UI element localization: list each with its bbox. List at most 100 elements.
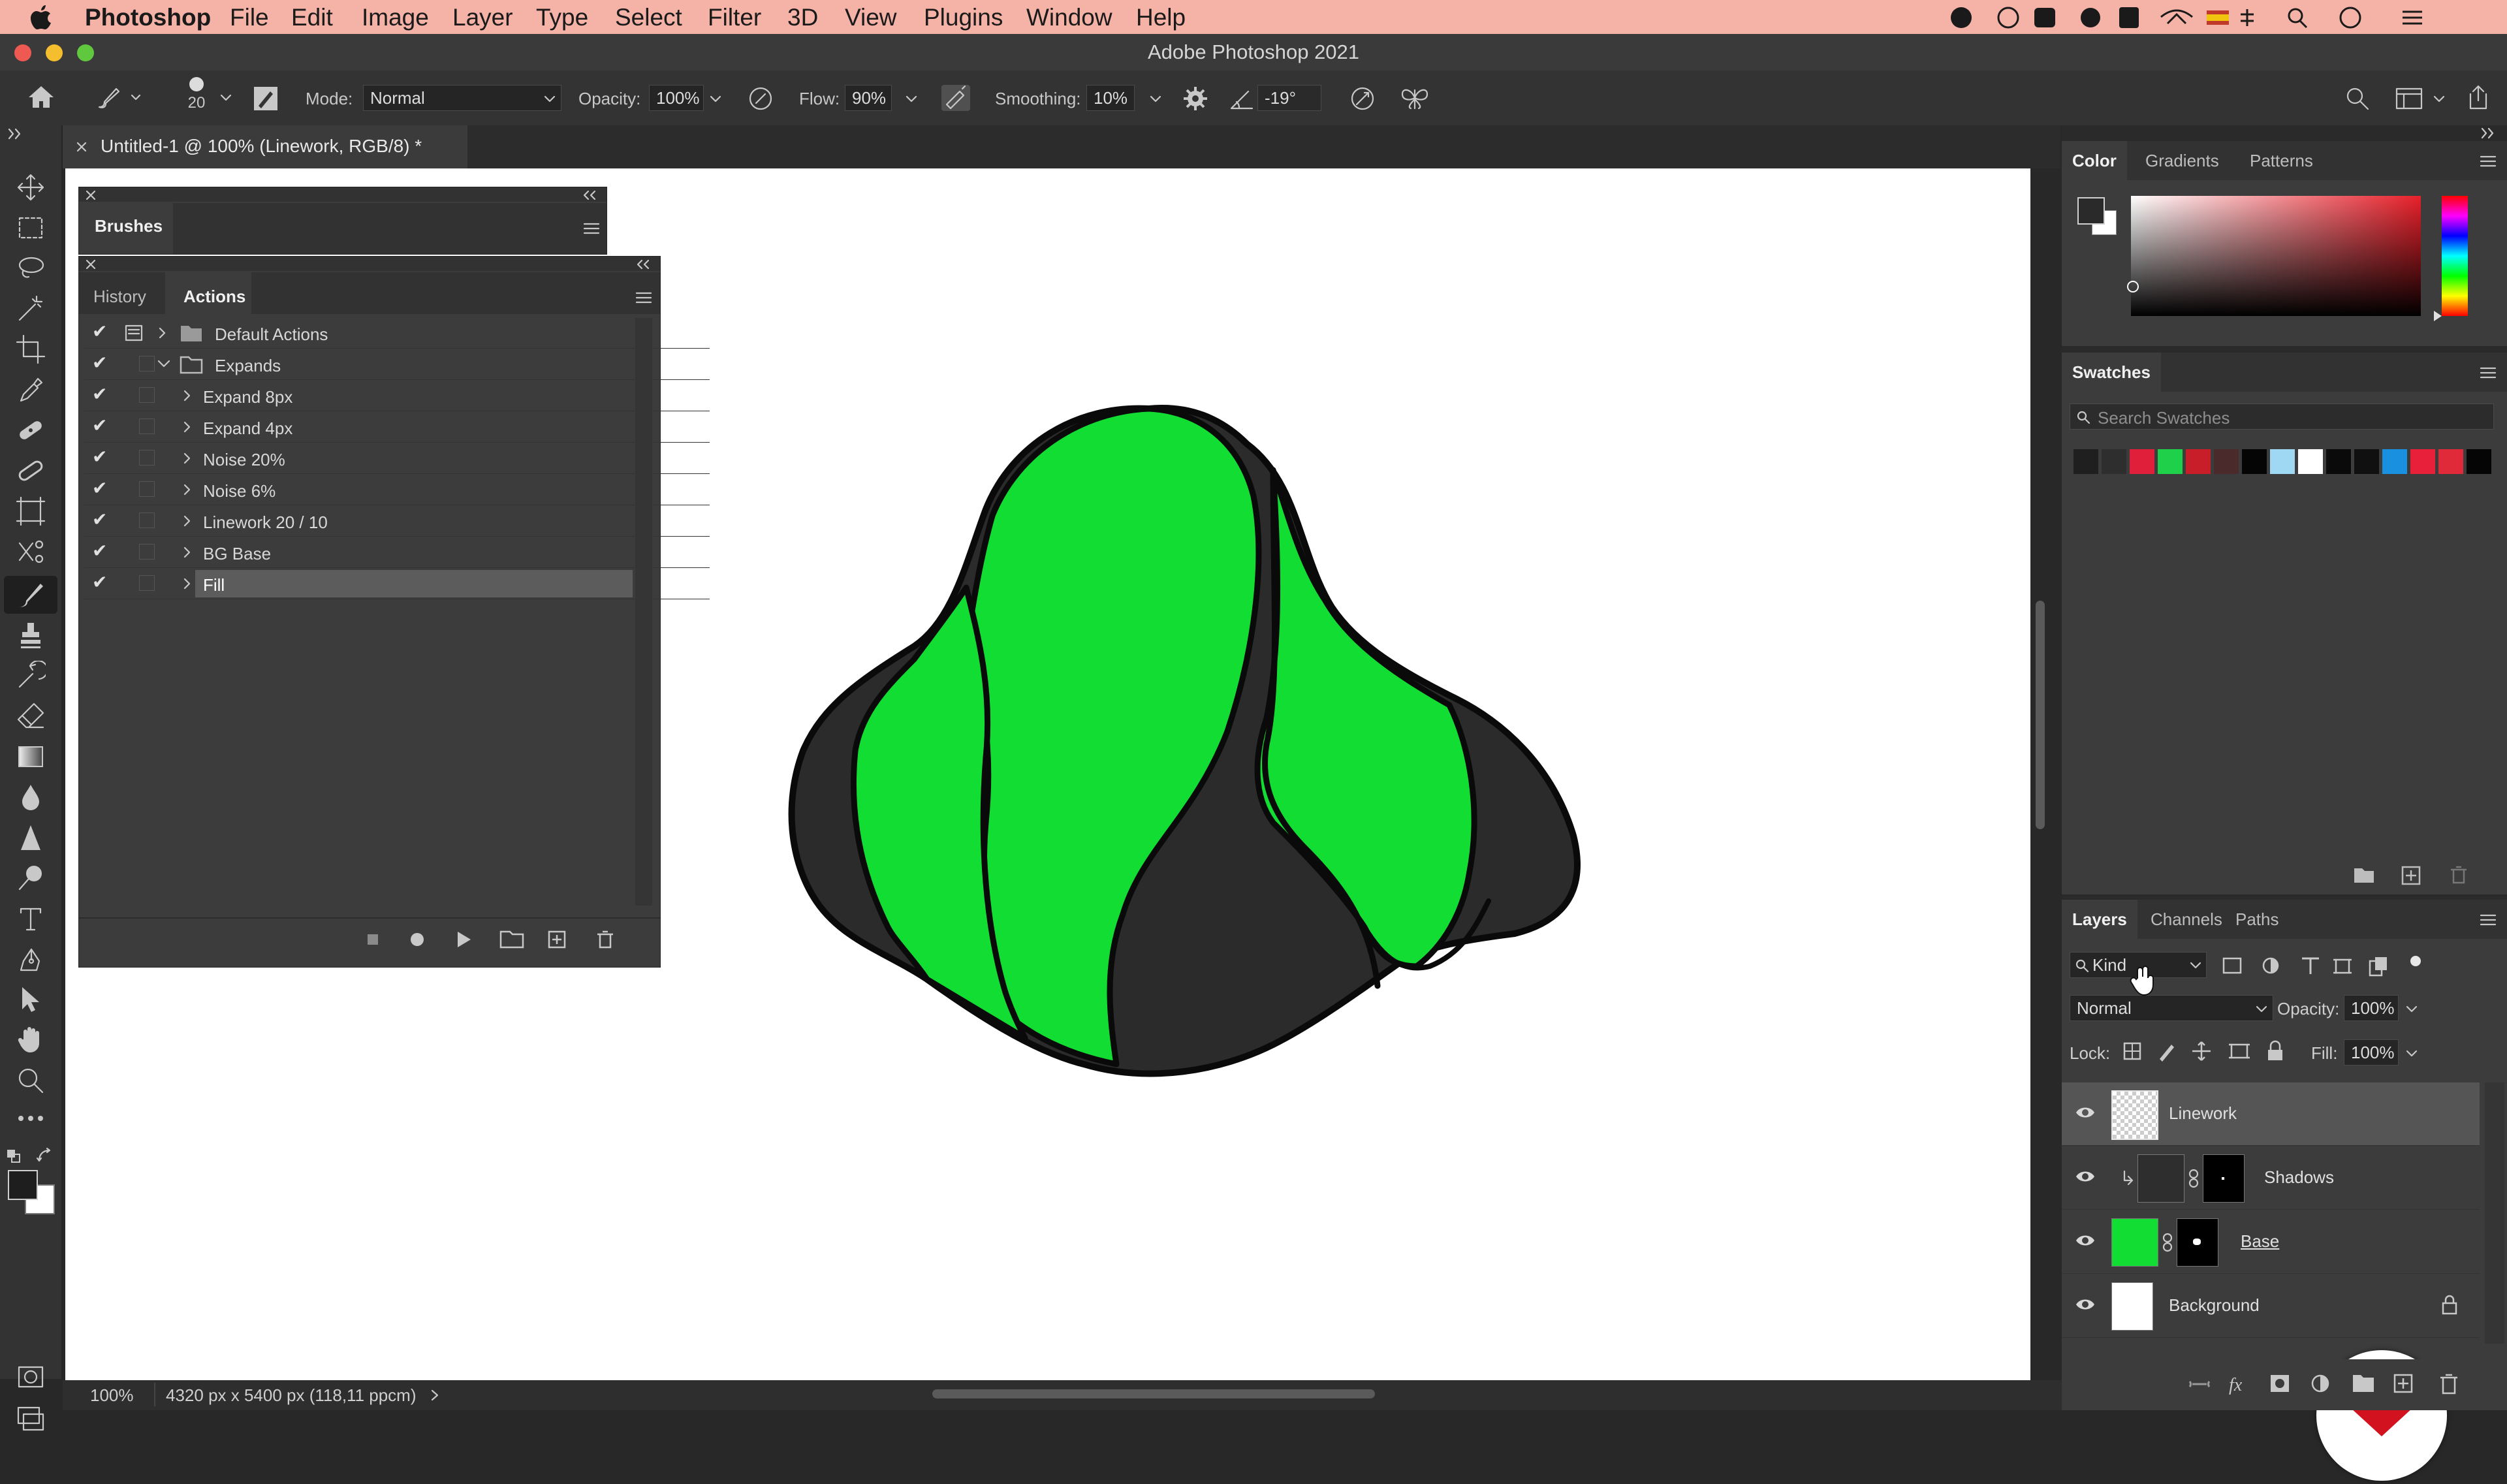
opacity-field[interactable]: 100% xyxy=(649,85,704,111)
swatch[interactable] xyxy=(2410,449,2435,474)
action-noise-6[interactable]: ✔ Noise 6% xyxy=(84,475,710,505)
smoothing-chevron-icon[interactable] xyxy=(1149,93,1162,106)
menu-help[interactable]: Help xyxy=(1136,4,1186,31)
eyedropper-tool-icon[interactable] xyxy=(16,375,46,405)
menu-image[interactable]: Image xyxy=(362,4,429,31)
blur-tool-icon[interactable] xyxy=(16,782,46,812)
default-colors-icon[interactable] xyxy=(7,1149,21,1163)
action-toggle-check[interactable]: ✔ xyxy=(92,477,107,499)
layer-name[interactable]: Linework xyxy=(2169,1103,2237,1124)
brush-preset-icon[interactable] xyxy=(95,85,141,111)
play-button[interactable] xyxy=(449,921,481,954)
crop-tool-icon[interactable] xyxy=(16,334,46,364)
collapse-brushes-panel-icon[interactable] xyxy=(582,190,597,200)
dialog-toggle-empty[interactable] xyxy=(139,418,155,434)
layer-name[interactable]: Base xyxy=(2241,1231,2279,1252)
layer-mask-thumbnail[interactable] xyxy=(2177,1218,2218,1267)
menu-type[interactable]: Type xyxy=(536,4,588,31)
dodge-tool-icon[interactable] xyxy=(16,863,46,893)
action-toggle-check[interactable]: ✔ xyxy=(92,540,107,561)
action-toggle-check[interactable]: ✔ xyxy=(92,571,107,593)
menu-edit[interactable]: Edit xyxy=(291,4,333,31)
expand-chevron-icon[interactable] xyxy=(182,546,193,558)
delete-layer-button[interactable] xyxy=(2436,1368,2463,1400)
delete-swatch-button[interactable] xyxy=(2448,862,2474,888)
brush-settings-panel-icon[interactable] xyxy=(252,85,279,112)
eye-icon[interactable] xyxy=(2075,1297,2096,1312)
clone-stamp-tool-icon[interactable] xyxy=(16,620,46,650)
brushes-panel-menu-icon[interactable] xyxy=(583,221,600,236)
saturation-brightness-field[interactable] xyxy=(2131,196,2421,316)
swatch[interactable] xyxy=(2270,449,2295,474)
gradient-tool-icon[interactable] xyxy=(16,742,46,772)
menu-file[interactable]: File xyxy=(230,4,269,31)
expand-chevron-icon[interactable] xyxy=(182,484,193,496)
document-tab[interactable]: Untitled-1 @ 100% (Linework, RGB/8) * xyxy=(63,125,467,168)
layer-opacity-chevron-icon[interactable] xyxy=(2405,1003,2418,1016)
expand-chevron-icon[interactable] xyxy=(182,578,193,590)
collapse-dock-icon[interactable] xyxy=(2480,127,2498,140)
home-icon[interactable] xyxy=(27,84,55,111)
close-actions-panel-icon[interactable] xyxy=(86,259,96,270)
tab-color[interactable]: Color xyxy=(2062,141,2127,180)
action-set-expands[interactable]: ✔ Expands xyxy=(84,349,710,380)
layer-fill-chevron-icon[interactable] xyxy=(2405,1047,2418,1060)
collapse-toolbar-icon[interactable] xyxy=(7,127,26,141)
action-fill[interactable]: ✔ Fill xyxy=(84,569,710,599)
eye-icon[interactable] xyxy=(2075,1233,2096,1248)
layer-fill-field[interactable]: 100% xyxy=(2344,1039,2399,1066)
dialog-toggle-empty[interactable] xyxy=(139,513,155,528)
lock-icon[interactable] xyxy=(2440,1294,2459,1316)
new-swatch-group-button[interactable] xyxy=(2354,862,2380,888)
brush-size-picker[interactable]: 20 xyxy=(180,77,213,112)
pressure-size-icon[interactable] xyxy=(1349,85,1376,112)
action-set-default[interactable]: ✔ Default Actions xyxy=(84,318,710,349)
action-noise-20[interactable]: ✔ Noise 20% xyxy=(84,443,710,474)
link-icon[interactable] xyxy=(2187,1169,2200,1188)
collapse-actions-panel-icon[interactable] xyxy=(635,259,651,270)
frame-tool-icon[interactable] xyxy=(16,496,46,526)
healing-brush-tool-icon[interactable] xyxy=(16,456,46,486)
action-bg-base[interactable]: ✔ BG Base xyxy=(84,537,710,568)
eraser-tool-icon[interactable] xyxy=(16,701,46,731)
new-group-button[interactable] xyxy=(2349,1368,2378,1400)
record-button[interactable] xyxy=(402,921,434,954)
dialog-toggle-empty[interactable] xyxy=(139,575,155,591)
move-tool-icon[interactable] xyxy=(16,172,46,202)
pattern-stamp-tool-icon[interactable] xyxy=(16,537,46,567)
more-tools-icon[interactable] xyxy=(16,1109,46,1128)
close-document-icon[interactable] xyxy=(76,141,87,153)
dialog-toggle-empty[interactable] xyxy=(139,450,155,466)
swatch[interactable] xyxy=(2438,449,2463,474)
lasso-tool-icon[interactable] xyxy=(16,253,46,283)
document-size-info[interactable]: 4320 px x 5400 px (118,11 ppcm) xyxy=(166,1385,417,1406)
airbrush-icon[interactable] xyxy=(940,84,971,112)
layer-thumbnail[interactable] xyxy=(2111,1282,2153,1331)
dialog-toggle-icon[interactable] xyxy=(125,324,143,341)
swatch[interactable] xyxy=(2298,449,2323,474)
pen-tool-icon[interactable] xyxy=(16,944,46,974)
brush-angle-field[interactable]: -19° xyxy=(1257,85,1321,111)
menu-view[interactable]: View xyxy=(845,4,897,31)
expand-chevron-icon[interactable] xyxy=(182,515,193,527)
color-panel-menu-icon[interactable] xyxy=(2480,154,2497,168)
action-toggle-check[interactable]: ✔ xyxy=(92,446,107,467)
color-picker-cursor[interactable] xyxy=(2127,281,2139,292)
swatches-search[interactable]: Search Swatches xyxy=(2070,403,2494,430)
new-set-button[interactable] xyxy=(494,921,531,954)
tab-paths[interactable]: Paths xyxy=(2225,900,2290,939)
actions-scrollbar[interactable] xyxy=(635,318,652,906)
new-swatch-button[interactable] xyxy=(2401,862,2427,888)
close-brushes-panel-icon[interactable] xyxy=(86,190,96,200)
layer-thumbnail[interactable] xyxy=(2111,1090,2158,1140)
magic-wand-tool-icon[interactable] xyxy=(16,294,46,324)
layer-name[interactable]: Background xyxy=(2169,1295,2260,1316)
swatch[interactable] xyxy=(2158,449,2183,474)
new-layer-button[interactable] xyxy=(2392,1368,2418,1400)
swatch[interactable] xyxy=(2186,449,2211,474)
tab-channels[interactable]: Channels xyxy=(2140,900,2233,939)
collapse-chevron-icon[interactable] xyxy=(157,358,170,370)
menu-select[interactable]: Select xyxy=(615,4,682,31)
hand-tool-icon[interactable] xyxy=(16,1025,46,1055)
link-layers-button[interactable] xyxy=(2190,1368,2216,1400)
